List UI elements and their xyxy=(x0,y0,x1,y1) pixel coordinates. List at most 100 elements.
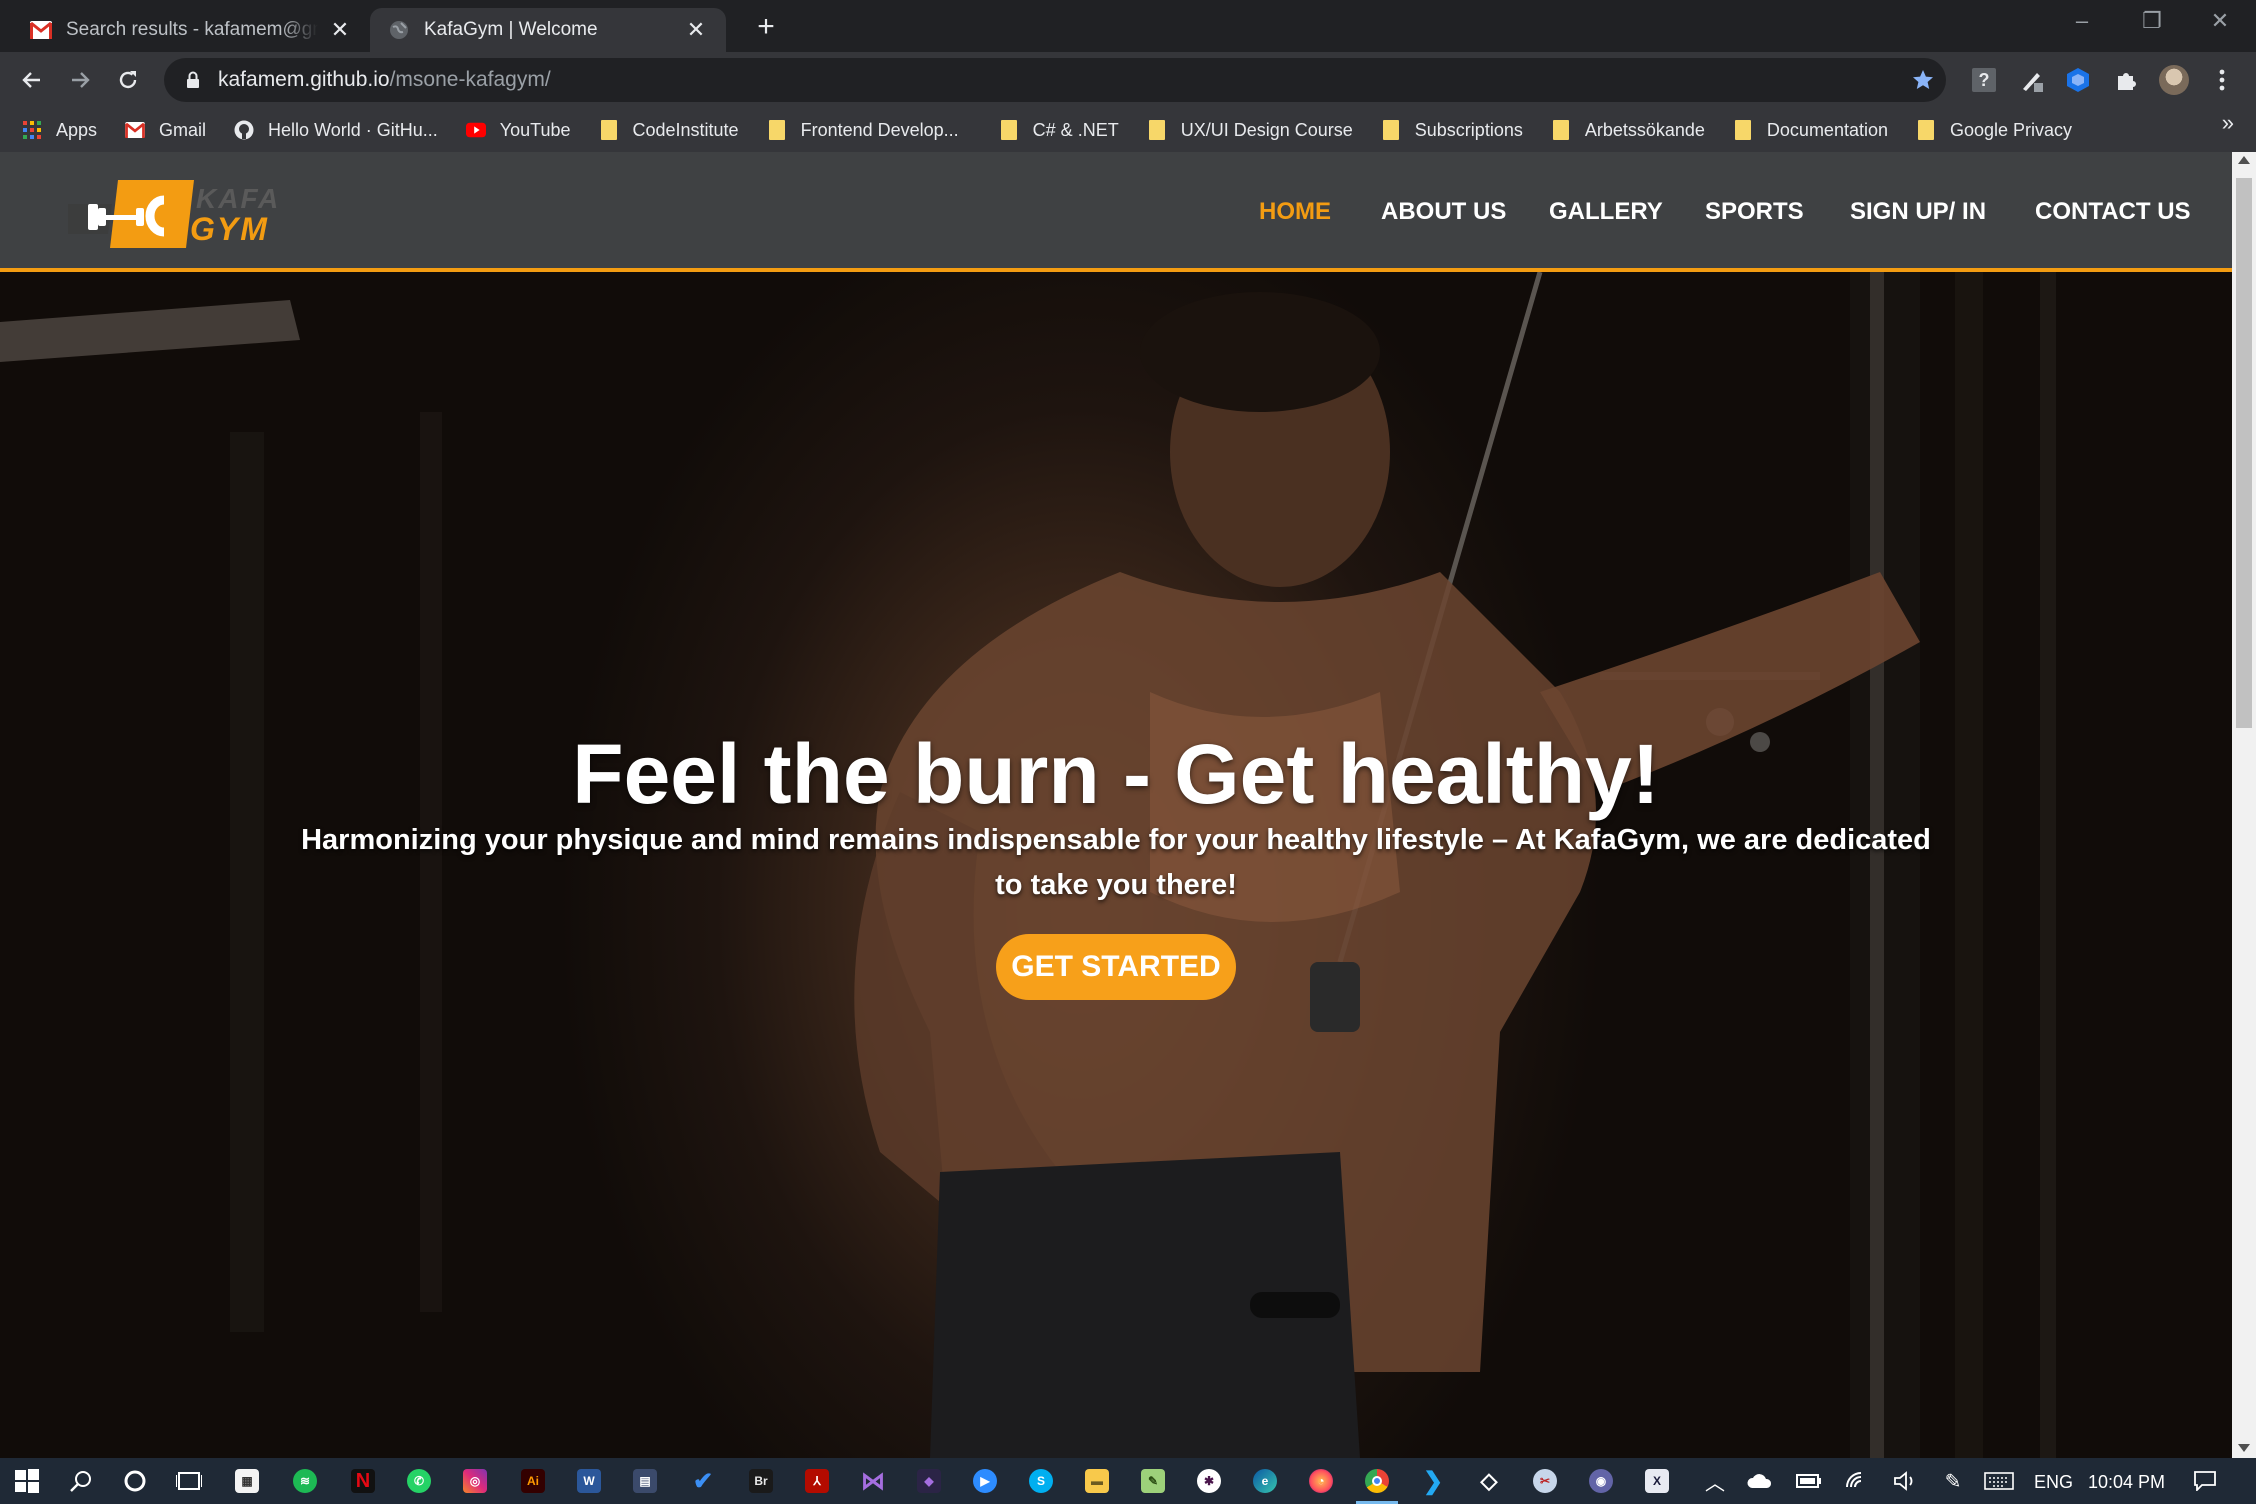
page-scrollbar[interactable] xyxy=(2232,152,2256,1458)
nav-sports[interactable]: SPORTS xyxy=(1705,198,1804,226)
bookmark-label: YouTube xyxy=(499,119,571,140)
tab-close-icon[interactable]: ✕ xyxy=(328,18,352,42)
nav-about-us[interactable]: ABOUT US xyxy=(1381,198,1506,226)
windows-start-icon[interactable] xyxy=(12,1466,42,1496)
scroll-up-arrow-icon[interactable] xyxy=(2238,156,2250,164)
nav-home[interactable]: HOME xyxy=(1259,198,1331,226)
folder-icon xyxy=(999,120,1019,140)
pen-icon[interactable]: ✎ xyxy=(1938,1466,1968,1496)
globe-icon xyxy=(388,19,410,41)
windows-taskbar: ▦ ≋ N ✆ ◎ Ai W ▤ ✔ Br ⅄ ⋈ ◆ ▶ S ▬ ✎ ✱ e … xyxy=(0,1458,2256,1504)
firefox-icon[interactable]: ◔ xyxy=(1306,1466,1336,1496)
logo-text-gym: GYM xyxy=(190,211,269,247)
folder-icon xyxy=(1147,120,1167,140)
extensions-puzzle-icon[interactable] xyxy=(2110,64,2142,96)
keyboard-icon[interactable] xyxy=(1984,1466,2014,1496)
get-started-button[interactable]: GET STARTED xyxy=(996,934,1236,1000)
slack-icon[interactable]: ✱ xyxy=(1194,1466,1224,1496)
bookmark-github[interactable]: Hello World · GitHu... xyxy=(234,120,438,141)
bookmark-label: Documentation xyxy=(1766,119,1888,140)
tab-kafagym[interactable]: KafaGym | Welcome ✕ xyxy=(370,8,726,52)
tab-gmail-search[interactable]: Search results - kafamem@gmail.com ✕ xyxy=(12,8,370,52)
scrollbar-thumb[interactable] xyxy=(2236,178,2252,728)
scroll-down-arrow-icon[interactable] xyxy=(2238,1444,2250,1452)
skype-icon[interactable]: S xyxy=(1026,1466,1056,1496)
instagram-icon[interactable]: ◎ xyxy=(460,1466,490,1496)
search-icon[interactable] xyxy=(66,1466,96,1496)
nav-contact-us[interactable]: CONTACT US xyxy=(2035,198,2191,226)
tab-close-icon[interactable]: ✕ xyxy=(684,18,708,42)
onedrive-icon[interactable] xyxy=(1744,1466,1774,1496)
netflix-icon[interactable]: N xyxy=(348,1466,378,1496)
bookmark-folder-codeinstitute[interactable]: CodeInstitute xyxy=(599,120,739,141)
nav-sign-up-in[interactable]: SIGN UP/ IN xyxy=(1850,198,1986,226)
edge-icon[interactable]: e xyxy=(1250,1466,1280,1496)
bookmark-apps[interactable]: Apps xyxy=(22,120,97,141)
volume-icon[interactable] xyxy=(1890,1466,1920,1496)
bookmark-folder-frontend[interactable]: Frontend Develop... xyxy=(767,120,959,141)
input-language-indicator[interactable]: ENG xyxy=(2034,1472,2073,1493)
browser-toolbar: kafamem.github.io/msone-kafagym/ ? xyxy=(0,52,2256,108)
forward-button[interactable] xyxy=(62,62,98,98)
bookmark-folder-csharp[interactable]: C# & .NET xyxy=(999,120,1119,141)
bookmark-gmail[interactable]: Gmail xyxy=(125,120,206,141)
cortana-icon[interactable] xyxy=(120,1466,150,1496)
store-icon[interactable]: ▦ xyxy=(232,1466,262,1496)
bookmark-label: Hello World · GitHu... xyxy=(268,119,438,140)
kafagym-logo[interactable]: KAFA GYM xyxy=(68,174,288,254)
chrome-icon[interactable] xyxy=(1356,1466,1398,1504)
reload-button[interactable] xyxy=(110,62,146,98)
bookmark-folder-google-privacy[interactable]: Google Privacy xyxy=(1916,120,2072,141)
new-tab-button[interactable]: + xyxy=(748,10,784,46)
bookmark-star-icon[interactable] xyxy=(1910,67,1936,93)
teams-icon[interactable]: ◉ xyxy=(1586,1466,1616,1496)
extension-help-icon[interactable]: ? xyxy=(1968,64,2000,96)
bookmark-folder-documentation[interactable]: Documentation xyxy=(1733,120,1888,141)
lock-icon[interactable] xyxy=(182,69,204,91)
github-icon xyxy=(234,120,254,140)
close-window-icon[interactable]: ✕ xyxy=(2198,6,2242,36)
page-viewport: KAFA GYM HOME ABOUT US GALLERY SPORTS SI… xyxy=(0,152,2232,1458)
bookmark-label: Apps xyxy=(56,119,98,140)
restore-icon[interactable]: ❐ xyxy=(2130,6,2174,36)
illustrator-icon[interactable]: Ai xyxy=(518,1466,548,1496)
task-view-icon[interactable] xyxy=(174,1466,204,1496)
notepad-icon[interactable]: ✎ xyxy=(1138,1466,1168,1496)
notification-icon[interactable] xyxy=(2190,1466,2220,1496)
more-bookmarks-button[interactable]: » xyxy=(2222,110,2234,136)
acrobat-icon[interactable]: ⅄ xyxy=(802,1466,832,1496)
bookmark-youtube[interactable]: YouTube xyxy=(465,119,571,141)
vs-preview-icon[interactable]: ◆ xyxy=(914,1466,944,1496)
clock[interactable]: 10:04 PM xyxy=(2088,1472,2165,1493)
bookmark-folder-arbetssokande[interactable]: Arbetssökande xyxy=(1551,120,1705,141)
bridge-icon[interactable]: Br xyxy=(746,1466,776,1496)
bookmark-label: Subscriptions xyxy=(1414,119,1523,140)
nav-gallery[interactable]: GALLERY xyxy=(1549,198,1663,226)
youtube-icon xyxy=(465,120,486,140)
profile-avatar[interactable] xyxy=(2158,64,2190,96)
todo-icon[interactable]: ✔ xyxy=(688,1466,718,1496)
battery-icon[interactable] xyxy=(1794,1466,1824,1496)
visual-studio-icon[interactable]: ⋈ xyxy=(858,1466,888,1496)
vscode-icon[interactable]: ❯ xyxy=(1418,1466,1448,1496)
bookmark-folder-subscriptions[interactable]: Subscriptions xyxy=(1381,120,1523,141)
whatsapp-icon[interactable]: ✆ xyxy=(404,1466,434,1496)
address-bar[interactable]: kafamem.github.io/msone-kafagym/ xyxy=(164,58,1946,102)
bookmark-folder-uxui[interactable]: UX/UI Design Course xyxy=(1147,120,1353,141)
zoom-icon[interactable]: ▶ xyxy=(970,1466,1000,1496)
snip-icon[interactable]: ✂ xyxy=(1530,1466,1560,1496)
wifi-icon[interactable] xyxy=(1842,1466,1872,1496)
tray-chevron-icon[interactable]: ︿ xyxy=(1700,1466,1730,1496)
extension-shield-icon[interactable] xyxy=(2062,64,2094,96)
extension-pen-icon[interactable] xyxy=(2016,64,2048,96)
minimize-icon[interactable]: – xyxy=(2060,6,2104,36)
calculator-icon[interactable]: ▤ xyxy=(630,1466,660,1496)
bookmark-label: C# & .NET xyxy=(1032,119,1119,140)
file-explorer-icon[interactable]: ▬ xyxy=(1082,1466,1112,1496)
dropbox-icon[interactable]: ◇ xyxy=(1474,1466,1504,1496)
back-button[interactable] xyxy=(14,62,50,98)
xd-icon[interactable]: X xyxy=(1642,1466,1672,1496)
word-icon[interactable]: W xyxy=(574,1466,604,1496)
chrome-menu-icon[interactable] xyxy=(2206,64,2238,96)
spotify-icon[interactable]: ≋ xyxy=(290,1466,320,1496)
